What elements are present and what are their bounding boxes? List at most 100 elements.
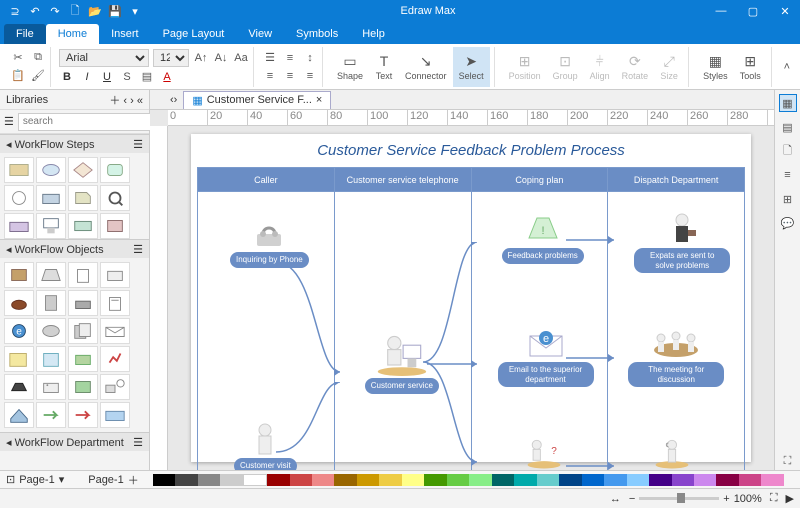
shape-item[interactable] bbox=[36, 346, 66, 372]
shape-item[interactable] bbox=[36, 185, 66, 211]
page-menu-icon[interactable]: ▾ bbox=[59, 473, 65, 486]
font-color-icon[interactable]: A bbox=[159, 69, 175, 85]
shape-item[interactable] bbox=[4, 262, 34, 288]
new-icon[interactable]: 🗋 bbox=[68, 4, 82, 18]
shape-item[interactable] bbox=[36, 157, 66, 183]
node-service[interactable]: Customer service bbox=[365, 332, 439, 394]
node-other[interactable]: Other departments bbox=[632, 436, 711, 470]
redo-icon[interactable]: ↷ bbox=[48, 4, 62, 18]
group-button[interactable]: ⊡Group bbox=[547, 47, 584, 87]
connector-button[interactable]: ↘Connector bbox=[399, 47, 453, 87]
size-button[interactable]: ⤢Size bbox=[654, 47, 684, 87]
italic-icon[interactable]: I bbox=[79, 69, 95, 85]
maximize-button[interactable]: ▢ bbox=[738, 0, 768, 22]
section-workflow-objects[interactable]: ◂ WorkFlow Objects☰ bbox=[0, 240, 149, 258]
fit-page-icon[interactable]: ⛶ bbox=[770, 492, 778, 505]
shape-item[interactable] bbox=[100, 290, 130, 316]
paste-icon[interactable]: 📋 bbox=[10, 68, 26, 84]
rotate-button[interactable]: ⟳Rotate bbox=[616, 47, 655, 87]
align-left-icon[interactable]: ≡ bbox=[262, 68, 278, 84]
shape-item[interactable]: e bbox=[4, 318, 34, 344]
rail-properties-icon[interactable]: ▤ bbox=[779, 118, 797, 136]
close-button[interactable]: ✕ bbox=[770, 0, 800, 22]
increase-font-icon[interactable]: A↑ bbox=[193, 50, 209, 66]
node-meeting[interactable]: The meeting for discussion bbox=[628, 326, 724, 387]
zoom-control[interactable]: − + 100% bbox=[629, 493, 762, 505]
shape-item[interactable] bbox=[68, 346, 98, 372]
shape-item[interactable] bbox=[4, 346, 34, 372]
rail-layers-icon[interactable]: ≡ bbox=[779, 166, 797, 184]
highlight-icon[interactable]: ▤ bbox=[139, 69, 155, 85]
tools-button[interactable]: ⊞Tools bbox=[734, 47, 767, 87]
ribbon-collapse-icon[interactable]: ˄ bbox=[780, 59, 794, 75]
align-button[interactable]: ⫩Align bbox=[584, 47, 616, 87]
lib-add-icon[interactable]: ＋ bbox=[109, 95, 120, 107]
shape-button[interactable]: ▭Shape bbox=[331, 47, 369, 87]
shape-item[interactable] bbox=[100, 157, 130, 183]
node-visit[interactable]: Customer visit bbox=[234, 422, 297, 470]
tab-symbols[interactable]: Symbols bbox=[284, 24, 350, 44]
shape-item[interactable] bbox=[4, 290, 34, 316]
shape-item[interactable] bbox=[100, 262, 130, 288]
shape-item[interactable] bbox=[36, 402, 66, 428]
rail-format-icon[interactable]: ▦ bbox=[779, 94, 797, 112]
lib-menu-icon[interactable]: ☰ bbox=[4, 115, 14, 128]
shape-item[interactable] bbox=[36, 374, 66, 400]
numbering-icon[interactable]: ≡ bbox=[282, 50, 298, 66]
zoom-out-icon[interactable]: − bbox=[629, 493, 635, 505]
rail-fullscreen-icon[interactable]: ⛶ bbox=[779, 452, 797, 470]
shape-item[interactable] bbox=[36, 290, 66, 316]
styles-button[interactable]: ▦Styles bbox=[697, 47, 734, 87]
shape-item[interactable] bbox=[4, 157, 34, 183]
shape-item[interactable] bbox=[100, 185, 130, 211]
shape-item[interactable] bbox=[4, 185, 34, 211]
bold-icon[interactable]: B bbox=[59, 69, 75, 85]
shape-item[interactable] bbox=[68, 213, 98, 239]
shape-item[interactable] bbox=[100, 213, 130, 239]
open-icon[interactable]: 📂 bbox=[88, 4, 102, 18]
format-painter-icon[interactable]: 🖌 bbox=[30, 68, 46, 84]
text-button[interactable]: TText bbox=[369, 47, 399, 87]
tab-view[interactable]: View bbox=[236, 24, 284, 44]
shape-item[interactable] bbox=[68, 318, 98, 344]
shape-item[interactable] bbox=[4, 374, 34, 400]
shape-item[interactable] bbox=[68, 402, 98, 428]
clear-format-icon[interactable]: Aa bbox=[233, 50, 249, 66]
color-palette[interactable] bbox=[153, 474, 784, 486]
copy-icon[interactable]: ⧉ bbox=[30, 50, 46, 66]
section-workflow-steps[interactable]: ◂ WorkFlow Steps☰ bbox=[0, 135, 149, 153]
document-tab[interactable]: ▦ Customer Service F... × bbox=[183, 91, 331, 109]
node-expats[interactable]: Expats are sent to solve problems bbox=[634, 212, 730, 273]
qat-more-icon[interactable]: ▾ bbox=[128, 4, 142, 18]
tab-insert[interactable]: Insert bbox=[99, 24, 151, 44]
shape-item[interactable] bbox=[100, 346, 130, 372]
rail-data-icon[interactable]: ⊞ bbox=[779, 190, 797, 208]
strike-icon[interactable]: S bbox=[119, 69, 135, 85]
rail-comment-icon[interactable]: 💬 bbox=[779, 214, 797, 232]
lane-header[interactable]: Customer service telephone bbox=[335, 168, 471, 192]
tab-help[interactable]: Help bbox=[350, 24, 397, 44]
app-menu-icon[interactable]: ⊇ bbox=[8, 4, 22, 18]
rail-page-icon[interactable]: 🗋 bbox=[779, 142, 797, 160]
close-tab-icon[interactable]: × bbox=[316, 94, 322, 106]
lib-nav-icon[interactable]: ‹ › bbox=[123, 95, 133, 107]
shape-item[interactable] bbox=[100, 374, 130, 400]
fit-width-icon[interactable]: ↔ bbox=[610, 493, 621, 505]
decrease-font-icon[interactable]: A↓ bbox=[213, 50, 229, 66]
position-button[interactable]: ⊞Position bbox=[503, 47, 547, 87]
node-email[interactable]: e Email to the superior department bbox=[498, 326, 594, 387]
lane-header[interactable]: Dispatch Department bbox=[608, 168, 744, 192]
shape-item[interactable] bbox=[68, 374, 98, 400]
node-inquiring[interactable]: Inquiring by Phone bbox=[230, 216, 309, 268]
select-button[interactable]: ➤Select bbox=[453, 47, 490, 87]
zoom-in-icon[interactable]: + bbox=[723, 493, 729, 505]
node-transfer[interactable]: ? Transfer to another department bbox=[496, 436, 592, 470]
shape-item[interactable] bbox=[36, 318, 66, 344]
shape-item[interactable] bbox=[68, 262, 98, 288]
lane-header[interactable]: Caller bbox=[198, 168, 334, 192]
tab-file[interactable]: File bbox=[4, 24, 46, 44]
save-icon[interactable]: 💾 bbox=[108, 4, 122, 18]
shape-item[interactable] bbox=[100, 318, 130, 344]
page-list-icon[interactable]: ⊡ bbox=[6, 473, 15, 486]
undo-icon[interactable]: ↶ bbox=[28, 4, 42, 18]
